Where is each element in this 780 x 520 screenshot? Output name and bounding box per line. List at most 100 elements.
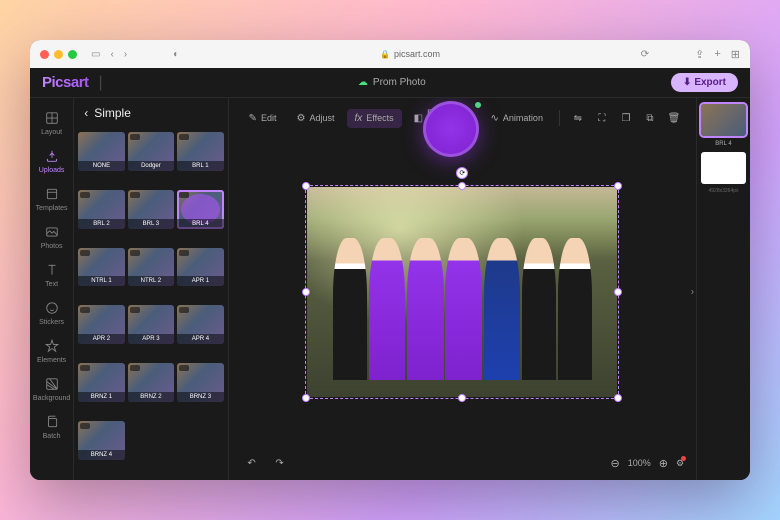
filter-label: BRNZ 2 <box>128 392 174 402</box>
stickers-icon <box>44 300 60 316</box>
back-arrow-icon[interactable]: ‹ <box>84 106 88 120</box>
adjust-icon: ⚙ <box>297 113 306 124</box>
redo-icon: ↷ <box>275 458 283 469</box>
layer-label: BRL 4 <box>701 140 746 148</box>
filter-label: BRL 3 <box>128 219 174 229</box>
batch-icon <box>44 414 60 430</box>
selected-image[interactable]: ⟳ <box>307 187 617 397</box>
filter-thumb-brl-3[interactable]: BRL 3 <box>128 190 174 229</box>
filter-thumb-apr-1[interactable]: APR 1 <box>177 248 223 287</box>
flip-button[interactable]: ⇋ <box>568 107 588 129</box>
filter-thumb-brnz-1[interactable]: BRNZ 1 <box>78 363 124 402</box>
left-sidebar: Layout Uploads Templates Photos Text Sti… <box>30 98 74 480</box>
filter-thumb-apr-2[interactable]: APR 2 <box>78 305 124 344</box>
share-icon[interactable]: ⇪ <box>695 48 704 61</box>
sidebar-item-layout[interactable]: Layout <box>30 104 73 142</box>
zoom-in-button[interactable]: ⊕ <box>659 457 668 470</box>
address-bar[interactable]: 🔒 picsart.com <box>185 49 635 59</box>
sidebar-item-photos[interactable]: Photos <box>30 218 73 256</box>
expand-panel-icon[interactable]: › <box>691 287 694 298</box>
sidebar-toggle-icon[interactable]: ▭ <box>91 49 100 60</box>
sidebar-item-stickers[interactable]: Stickers <box>30 294 73 332</box>
filter-thumb-apr-3[interactable]: APR 3 <box>128 305 174 344</box>
delete-button[interactable]: 🗑 <box>664 107 684 129</box>
browser-chrome: ▭ ‹ › ◐ 🔒 picsart.com ⟳ ⇪ + ⊞ <box>30 40 750 68</box>
upload-icon <box>44 148 60 164</box>
duplicate-icon: ⧉ <box>646 113 653 124</box>
filter-label: BRNZ 4 <box>78 450 124 460</box>
settings-button[interactable]: ⚙ <box>676 458 684 469</box>
filter-thumb-brl-2[interactable]: BRL 2 <box>78 190 124 229</box>
export-button[interactable]: ⬇ Export <box>671 73 738 92</box>
filter-thumb-apr-4[interactable]: APR 4 <box>177 305 223 344</box>
maximize-window-icon[interactable] <box>68 50 77 59</box>
templates-icon <box>44 186 60 202</box>
url-text: picsart.com <box>394 49 440 59</box>
filter-label: NONE <box>78 161 124 171</box>
filter-label: BRL 2 <box>78 219 124 229</box>
filter-thumb-dodger[interactable]: Dodger <box>128 132 174 171</box>
sidebar-item-background[interactable]: Background <box>30 370 73 408</box>
animation-button[interactable]: ∿ Animation <box>483 109 551 128</box>
filter-thumb-brnz-2[interactable]: BRNZ 2 <box>128 363 174 402</box>
filter-thumb-brnz-4[interactable]: BRNZ 4 <box>78 421 124 460</box>
close-window-icon[interactable] <box>40 50 49 59</box>
app-header: Picsart | ☁ Prom Photo ⬇ Export <box>30 68 750 98</box>
zoom-out-button[interactable]: ⊖ <box>610 457 619 470</box>
slider-badge-icon <box>179 134 189 140</box>
logo[interactable]: Picsart <box>42 74 89 91</box>
filter-label: NTRL 1 <box>78 276 124 286</box>
edit-icon: ✎ <box>249 113 257 124</box>
filter-thumb-ntrl-1[interactable]: NTRL 1 <box>78 248 124 287</box>
rotate-handle[interactable]: ⟳ <box>456 167 468 179</box>
crop-button[interactable]: ⛶ <box>592 107 612 129</box>
undo-button[interactable]: ↶ <box>241 452 263 474</box>
shield-icon[interactable]: ◐ <box>173 49 179 60</box>
effects-button[interactable]: fx Effects <box>347 109 402 128</box>
zoom-level[interactable]: 100% <box>628 458 651 468</box>
filter-grid: NONE DodgerBRL 1 BRL 2 BRL 3BRL 4 NTRL 1 NTRL… <box>74 128 227 480</box>
layer-thumb-active[interactable] <box>701 104 746 136</box>
document-title[interactable]: Prom Photo <box>373 77 426 88</box>
remove-bg-icon: ◧ <box>414 113 423 124</box>
sidebar-item-batch[interactable]: Batch <box>30 408 73 446</box>
slider-badge-icon <box>179 307 189 313</box>
trash-icon: 🗑 <box>668 113 681 124</box>
slider-badge-icon <box>130 365 140 371</box>
slider-badge-icon <box>130 134 140 140</box>
filter-thumb-none[interactable]: NONE <box>78 132 124 171</box>
canvas-toolbar: ✎ Edit ⚙ Adjust fx Effects ◧ Remove BG <box>229 98 696 138</box>
filter-thumb-ntrl-2[interactable]: NTRL 2 <box>128 248 174 287</box>
layer-thumb-background[interactable] <box>701 152 746 184</box>
filter-label: APR 4 <box>177 334 223 344</box>
filter-thumb-brnz-3[interactable]: BRNZ 3 <box>177 363 223 402</box>
adjust-button[interactable]: ⚙ Adjust <box>289 109 343 128</box>
text-icon <box>44 262 60 278</box>
flip-icon: ⇋ <box>574 113 582 124</box>
minimize-window-icon[interactable] <box>54 50 63 59</box>
redo-button[interactable]: ↷ <box>269 452 291 474</box>
back-icon[interactable]: ‹ <box>110 49 113 60</box>
forward-icon[interactable]: › <box>124 49 127 60</box>
traffic-lights <box>40 50 77 59</box>
filter-label: Dodger <box>128 161 174 171</box>
new-badge <box>475 102 481 108</box>
filter-thumb-brl-1[interactable]: BRL 1 <box>177 132 223 171</box>
filter-label: APR 1 <box>177 276 223 286</box>
sidebar-item-uploads[interactable]: Uploads <box>30 142 73 180</box>
new-tab-icon[interactable]: + <box>714 48 720 61</box>
edit-button[interactable]: ✎ Edit <box>241 109 285 128</box>
filter-thumb-brl-4[interactable]: BRL 4 <box>177 190 223 229</box>
sidebar-item-elements[interactable]: Elements <box>30 332 73 370</box>
layout-icon <box>44 110 60 126</box>
duplicate-button[interactable]: ⧉ <box>640 107 660 129</box>
sidebar-item-text[interactable]: Text <box>30 256 73 294</box>
tabs-icon[interactable]: ⊞ <box>731 48 740 61</box>
sidebar-item-templates[interactable]: Templates <box>30 180 73 218</box>
separator <box>559 110 560 126</box>
refresh-icon[interactable]: ⟳ <box>641 49 649 60</box>
layers-icon: ❐ <box>621 113 630 124</box>
layers-button[interactable]: ❐ <box>616 107 636 129</box>
canvas[interactable]: ⟳ › <box>229 138 696 446</box>
filter-label: APR 3 <box>128 334 174 344</box>
